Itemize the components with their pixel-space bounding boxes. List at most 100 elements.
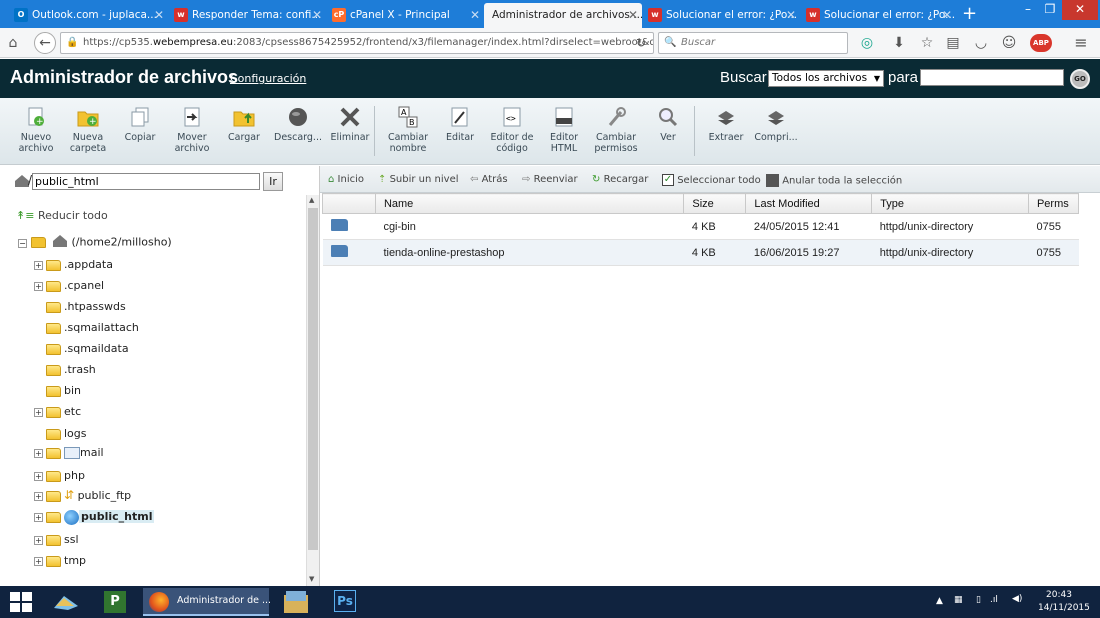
volume-icon[interactable]: ◀) bbox=[1012, 594, 1022, 604]
delete-button[interactable]: Eliminar bbox=[322, 106, 378, 143]
back-icon[interactable]: ← bbox=[34, 32, 56, 54]
clock-time[interactable]: 20:43 bbox=[1046, 590, 1072, 600]
tree-item-appdata[interactable]: + .appdata bbox=[34, 256, 113, 274]
tab-responder[interactable]: w Responder Tema: confi... ✕ bbox=[168, 3, 326, 28]
tab-solucionar-1[interactable]: w Solucionar el error: ¿Po... ✕ bbox=[642, 3, 800, 28]
adblock-icon[interactable]: ABP bbox=[1030, 34, 1052, 52]
go-path-button[interactable]: Ir bbox=[263, 172, 283, 191]
move-file-button[interactable]: Mover archivo bbox=[164, 106, 220, 154]
configuration-link[interactable]: Configuración bbox=[230, 72, 306, 85]
close-tab-icon[interactable]: ✕ bbox=[470, 3, 480, 27]
windows-start-icon[interactable] bbox=[10, 592, 32, 612]
taskbar-firefox-window[interactable]: Administrador de ... bbox=[143, 588, 271, 616]
url-bar[interactable]: 🔒 https://cp535.webempresa.eu:2083/cpses… bbox=[60, 32, 654, 54]
column-header-type[interactable]: Type bbox=[871, 193, 1029, 214]
tree-item-logs[interactable]: logs bbox=[34, 425, 87, 443]
expand-icon[interactable]: + bbox=[34, 535, 43, 545]
minimize-icon[interactable]: – bbox=[1018, 0, 1038, 20]
tree-item-bin[interactable]: bin bbox=[34, 382, 81, 400]
browser-search-input[interactable]: 🔍 Buscar bbox=[658, 32, 848, 54]
copy-button[interactable]: Copiar bbox=[112, 106, 168, 143]
close-tab-icon[interactable]: ✕ bbox=[154, 3, 164, 27]
close-tab-icon[interactable]: ✕ bbox=[312, 3, 322, 27]
tree-item-mail[interactable]: + mail bbox=[34, 444, 104, 462]
tree-item-php[interactable]: + php bbox=[34, 467, 85, 485]
tree-item-etc[interactable]: + etc bbox=[34, 403, 81, 421]
expand-icon[interactable]: + bbox=[34, 448, 43, 458]
new-file-button[interactable]: + Nuevo archivo bbox=[8, 106, 64, 154]
tab-file-manager[interactable]: Administrador de archivos ... ✕ bbox=[484, 3, 642, 28]
extract-button[interactable]: Extraer bbox=[698, 106, 754, 143]
tree-item-tmp[interactable]: + tmp bbox=[34, 552, 86, 570]
tree-item-cpanel[interactable]: + .cpanel bbox=[34, 277, 104, 295]
view-button[interactable]: Ver bbox=[640, 106, 696, 143]
collapse-icon[interactable]: − bbox=[18, 238, 27, 248]
reload-icon[interactable]: ↻ bbox=[632, 34, 650, 52]
expand-icon[interactable]: + bbox=[34, 556, 43, 566]
tree-item-trash[interactable]: .trash bbox=[34, 361, 96, 379]
file-name[interactable]: cgi-bin bbox=[375, 213, 684, 240]
expand-icon[interactable]: + bbox=[34, 260, 43, 270]
menu-icon[interactable]: ≡ bbox=[1072, 34, 1090, 52]
close-window-icon[interactable]: ✕ bbox=[1062, 0, 1098, 20]
tab-cpanel[interactable]: cP cPanel X - Principal ✕ bbox=[326, 3, 484, 28]
file-explorer-icon[interactable] bbox=[52, 592, 80, 612]
expand-icon[interactable]: + bbox=[34, 512, 43, 522]
html-editor-button[interactable]: Editor HTML bbox=[536, 106, 592, 154]
select-all-action[interactable]: ✓ Seleccionar todo bbox=[662, 174, 761, 186]
column-header-perms[interactable]: Perms bbox=[1027, 193, 1080, 214]
tree-item-public-ftp[interactable]: + ⇵ public_ftp bbox=[34, 486, 131, 504]
home-action[interactable]: ⌂ Inicio bbox=[328, 174, 364, 185]
unselect-all-action[interactable]: Anular toda la selección bbox=[766, 174, 902, 187]
up-level-action[interactable]: ⇡ Subir un nivel bbox=[378, 174, 459, 185]
reading-list-icon[interactable]: ▤ bbox=[944, 34, 962, 52]
column-header-size[interactable]: Size bbox=[683, 193, 747, 214]
photoshop-icon[interactable]: Ps bbox=[334, 590, 356, 612]
tree-item-sqmaildata[interactable]: .sqmaildata bbox=[34, 340, 129, 358]
tab-solucionar-2[interactable]: w Solucionar el error: ¿Po... ✕ bbox=[800, 3, 956, 28]
go-button[interactable]: GO bbox=[1070, 69, 1090, 89]
expand-icon[interactable]: + bbox=[34, 491, 43, 501]
battery-icon[interactable]: ▯ bbox=[976, 595, 981, 605]
close-tab-icon[interactable]: ✕ bbox=[628, 3, 638, 27]
search-scope-select[interactable]: Todos los archivos ▼ bbox=[768, 70, 884, 87]
reload-action[interactable]: ↻ Recargar bbox=[592, 174, 648, 185]
tree-item-ssl[interactable]: + ssl bbox=[34, 531, 79, 549]
upload-button[interactable]: Cargar bbox=[216, 106, 272, 143]
column-header-name[interactable]: Name bbox=[374, 193, 685, 214]
bookmark-star-icon[interactable]: ☆ bbox=[918, 34, 936, 52]
forward-action[interactable]: ⇨ Reenviar bbox=[522, 174, 578, 185]
table-row[interactable]: cgi-bin 4 KB 24/05/2015 12:41 httpd/unix… bbox=[322, 213, 1079, 240]
expand-icon[interactable]: + bbox=[34, 471, 43, 481]
tree-root[interactable]: − (/home2/millosho) bbox=[18, 234, 172, 251]
change-permissions-button[interactable]: Cambiar permisos bbox=[588, 106, 644, 154]
path-input[interactable]: public_html bbox=[32, 173, 260, 190]
download-icon[interactable]: ⬇ bbox=[890, 34, 908, 52]
home-icon[interactable]: ⌂ bbox=[4, 34, 22, 52]
project-app-icon[interactable]: P bbox=[104, 591, 126, 613]
tree-scrollbar-thumb[interactable] bbox=[308, 208, 318, 550]
expand-icon[interactable]: + bbox=[34, 281, 43, 291]
tab-outlook[interactable]: O Outlook.com - juplaca... ✕ bbox=[8, 3, 168, 28]
download-button[interactable]: Descarg... bbox=[270, 106, 326, 143]
network-icon[interactable]: .ıl bbox=[990, 595, 998, 605]
rename-button[interactable]: AB Cambiar nombre bbox=[380, 106, 436, 154]
expand-icon[interactable]: + bbox=[34, 407, 43, 417]
tree-item-public-html[interactable]: + public_html bbox=[34, 508, 155, 526]
file-name[interactable]: tienda-online-prestashop bbox=[375, 239, 684, 266]
chat-icon[interactable]: ☺ bbox=[1000, 34, 1018, 52]
tray-windows-icon[interactable]: ▦ bbox=[954, 595, 963, 605]
extension-icon[interactable]: ◎ bbox=[858, 34, 876, 52]
pocket-icon[interactable]: ◡ bbox=[972, 34, 990, 52]
scroll-up-icon[interactable]: ▲ bbox=[309, 196, 314, 204]
collapse-all-link[interactable]: ↟≡ Reducir todo bbox=[16, 209, 108, 222]
clock-date[interactable]: 14/11/2015 bbox=[1038, 603, 1090, 613]
new-folder-button[interactable]: + Nueva carpeta bbox=[60, 106, 116, 154]
new-tab-icon[interactable]: + bbox=[962, 2, 977, 26]
table-row[interactable]: tienda-online-prestashop 4 KB 16/06/2015… bbox=[322, 239, 1079, 266]
edit-button[interactable]: Editar bbox=[432, 106, 488, 143]
tray-chevron-icon[interactable]: ▲ bbox=[936, 596, 943, 606]
tree-item-sqmailattach[interactable]: .sqmailattach bbox=[34, 319, 139, 337]
tree-item-htpasswds[interactable]: .htpasswds bbox=[34, 298, 126, 316]
file-search-input[interactable] bbox=[920, 69, 1064, 86]
